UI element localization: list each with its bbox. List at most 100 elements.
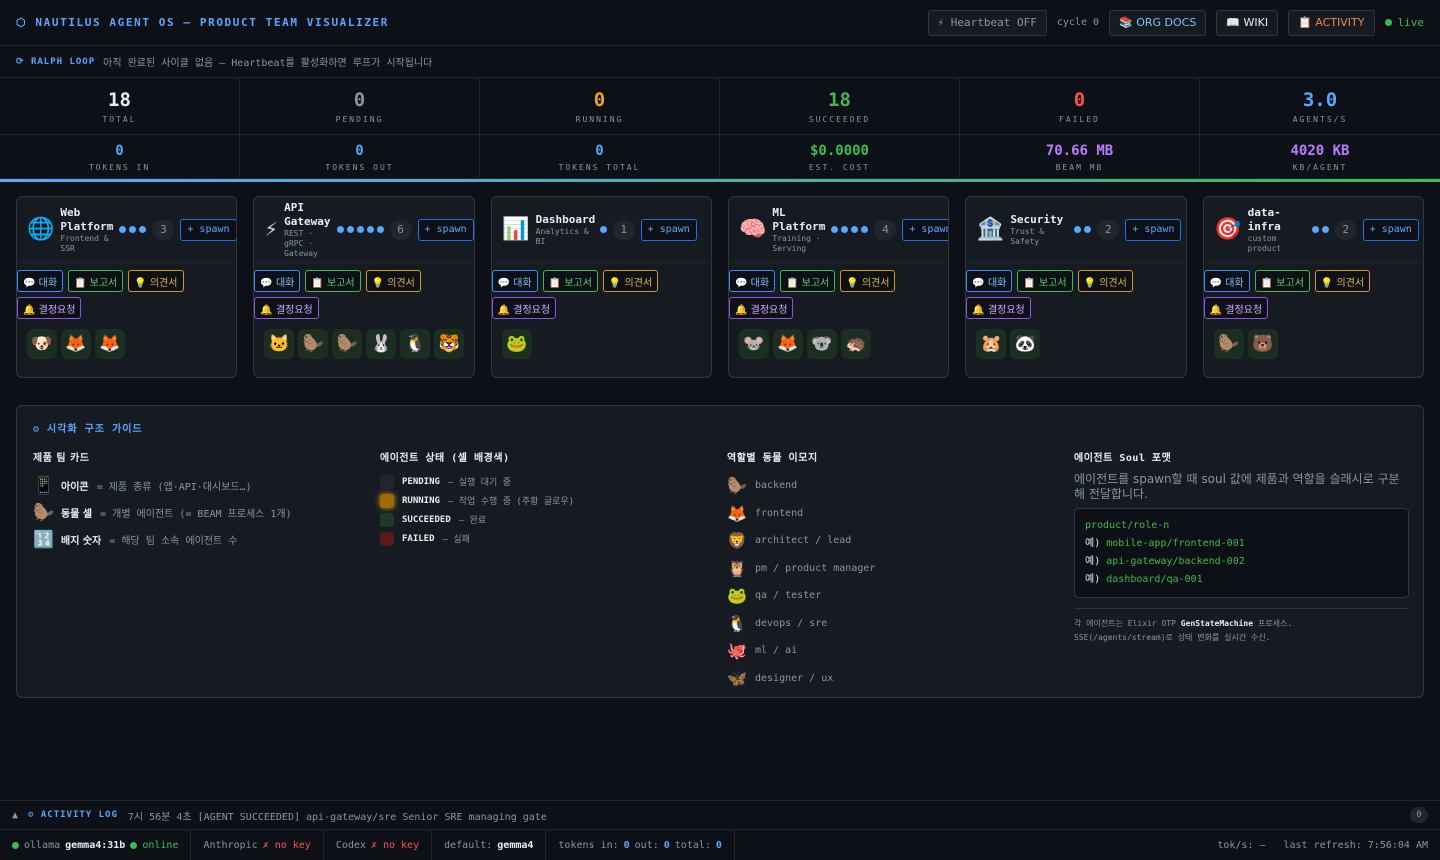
chat-button[interactable]: 💬 대화 bbox=[491, 270, 538, 292]
stat-running: 0 RUNNING bbox=[480, 78, 720, 135]
decision-request-button[interactable]: 🔔 결정요청 bbox=[966, 297, 1031, 319]
role-label: frontend bbox=[755, 507, 804, 519]
opinion-button[interactable]: 💡 의견서 bbox=[128, 270, 184, 292]
agent-dot-icon bbox=[139, 226, 147, 233]
provider-label: ollama bbox=[24, 839, 61, 851]
report-button[interactable]: 📋 보고서 bbox=[1254, 270, 1310, 292]
report-button[interactable]: 📋 보고서 bbox=[305, 270, 361, 292]
report-button[interactable]: 📋 보고서 bbox=[542, 270, 598, 292]
spawn-button[interactable]: + spawn bbox=[902, 218, 949, 241]
agent-cell[interactable]: 🦔 bbox=[840, 329, 871, 359]
chat-button[interactable]: 💬 대화 bbox=[966, 270, 1013, 292]
report-button[interactable]: 📋 보고서 bbox=[780, 270, 836, 292]
agent-cell[interactable]: 🦊 bbox=[61, 329, 91, 359]
example-value: dashboard/qa-001 bbox=[1106, 574, 1203, 585]
spawn-button[interactable]: + spawn bbox=[417, 218, 474, 241]
agent-cell[interactable]: 🐹 bbox=[976, 329, 1007, 359]
agent-cell[interactable]: 🦫 bbox=[332, 329, 363, 359]
tokens-total-value: 0 bbox=[715, 839, 722, 851]
guide-desc: = 개별 에이전트 (= BEAM 프로세스 1개) bbox=[100, 509, 292, 520]
spawn-button[interactable]: + spawn bbox=[180, 218, 237, 241]
decision-request-button[interactable]: 🔔 결정요청 bbox=[1203, 297, 1269, 319]
agent-cell[interactable]: 🦊 bbox=[95, 329, 125, 359]
lion-icon: 🦁 bbox=[727, 531, 747, 551]
chat-button[interactable]: 💬 대화 bbox=[1203, 270, 1250, 292]
team-header: ⚡ API Gateway REST · gRPC · Gateway 6 + … bbox=[254, 197, 474, 263]
agent-dot-icon bbox=[1321, 226, 1329, 233]
agent-dot-icon bbox=[129, 226, 137, 233]
agent-cell[interactable]: 🦫 bbox=[1213, 329, 1244, 359]
agent-dot-icon bbox=[366, 226, 374, 233]
agent-cell[interactable]: 🐼 bbox=[1010, 329, 1041, 359]
agent-cell[interactable]: 🐶 bbox=[27, 329, 57, 359]
agent-cell[interactable]: 🐧 bbox=[400, 329, 431, 359]
activity-log-bar[interactable]: ▲ ⚙ ACTIVITY LOG 7시 56분 4초 [AGENT SUCCEE… bbox=[0, 800, 1440, 829]
agent-cell[interactable]: 🐻 bbox=[1247, 329, 1278, 359]
stat-value: 0 bbox=[353, 89, 366, 111]
stat-label: AGENTS/S bbox=[1292, 115, 1348, 124]
status-bar: ollama gemma4:31b online Anthropic ✗ no … bbox=[0, 829, 1440, 860]
agent-cell[interactable]: 🦊 bbox=[772, 329, 803, 359]
decision-request-button[interactable]: 🔔 결정요청 bbox=[728, 297, 794, 319]
chat-button[interactable]: 💬 대화 bbox=[17, 270, 64, 292]
decision-request-button[interactable]: 🔔 결정요청 bbox=[17, 297, 82, 319]
chat-button[interactable]: 💬 대화 bbox=[728, 270, 776, 292]
activity-log-count: 0 bbox=[1410, 807, 1428, 823]
agent-dots bbox=[1074, 226, 1092, 233]
spawn-button[interactable]: + spawn bbox=[1125, 218, 1182, 241]
note-text: 프로세스. bbox=[1257, 619, 1293, 628]
team-icon: 🏦 bbox=[976, 217, 1005, 242]
role-label: pm / product manager bbox=[755, 562, 876, 574]
guide-term: 배지 숫자 bbox=[61, 536, 102, 547]
agent-cell[interactable]: 🐸 bbox=[501, 329, 532, 359]
decision-request-button[interactable]: 🔔 결정요청 bbox=[254, 297, 319, 319]
running-swatch bbox=[380, 493, 394, 508]
opinion-button[interactable]: 💡 의견서 bbox=[840, 270, 896, 292]
decision-request-button[interactable]: 🔔 결정요청 bbox=[491, 297, 557, 319]
spawn-button[interactable]: + spawn bbox=[1362, 218, 1419, 241]
report-button[interactable]: 📋 보고서 bbox=[68, 270, 124, 292]
wiki-button[interactable]: 📖 WIKI bbox=[1216, 9, 1279, 36]
stat-pending: 0 PENDING bbox=[240, 78, 480, 135]
provider-label: Anthropic bbox=[203, 839, 258, 851]
spawn-button[interactable]: + spawn bbox=[640, 218, 697, 241]
heartbeat-toggle-button[interactable]: ⚡ Heartbeat OFF bbox=[927, 9, 1047, 36]
activity-button[interactable]: 📋 ACTIVITY bbox=[1288, 9, 1375, 36]
agent-cell[interactable]: 🦫 bbox=[298, 329, 329, 359]
report-button[interactable]: 📋 보고서 bbox=[1017, 270, 1073, 292]
agent-dot-icon bbox=[599, 226, 607, 233]
succeeded-swatch bbox=[380, 512, 394, 527]
beaver-icon: 🦫 bbox=[727, 476, 747, 496]
opinion-button[interactable]: 💡 의견서 bbox=[1314, 270, 1371, 292]
guide-col-heading: 에이전트 Soul 포맷 bbox=[1074, 453, 1172, 464]
agent-dot-icon bbox=[1074, 226, 1082, 233]
agent-cell[interactable]: 🐱 bbox=[264, 329, 295, 359]
team-actions: 💬 대화 📋 보고서 💡 의견서 🔔 결정요청 bbox=[17, 263, 236, 319]
role-label: qa / tester bbox=[755, 590, 822, 602]
agent-dot-icon bbox=[336, 226, 344, 233]
expand-arrow-icon[interactable]: ▲ bbox=[12, 810, 18, 821]
agent-cell[interactable]: 🐰 bbox=[366, 329, 397, 359]
chat-button[interactable]: 💬 대화 bbox=[254, 270, 301, 292]
opinion-button[interactable]: 💡 의견서 bbox=[602, 270, 659, 292]
org-docs-button[interactable]: 📚 ORG DOCS bbox=[1109, 9, 1207, 36]
guide-desc: = 제품 종류 (앱·API·대시보드…) bbox=[96, 482, 252, 493]
agent-dot-icon bbox=[861, 226, 869, 233]
status-dot-icon bbox=[12, 841, 19, 849]
ralph-loop-bar: ⟳ RALPH LOOP 아직 완료된 사이클 없음 — Heartbeat를 … bbox=[0, 46, 1440, 78]
team-header: 📊 Dashboard Analytics & BI 1 + spawn bbox=[491, 197, 711, 263]
agent-cell[interactable]: 🐭 bbox=[738, 329, 769, 359]
visualization-guide: ⚙ 시각화 구조 가이드 제품 팀 카드 📱 아이콘 = 제품 종류 (앱·API·… bbox=[16, 405, 1424, 698]
stat-value: 18 bbox=[828, 89, 851, 111]
agent-cell[interactable]: 🐨 bbox=[806, 329, 837, 359]
stat-label: EST. COST bbox=[808, 163, 871, 172]
agent-grid: 🐸 bbox=[492, 319, 711, 359]
opinion-button[interactable]: 💡 의견서 bbox=[365, 270, 421, 292]
agent-dot-icon bbox=[851, 226, 859, 233]
opinion-button[interactable]: 💡 의견서 bbox=[1077, 270, 1133, 292]
agent-cell[interactable]: 🐯 bbox=[434, 329, 465, 359]
penguin-icon: 🐧 bbox=[727, 613, 747, 633]
ralph-loop-label: ⟳ RALPH LOOP bbox=[16, 56, 96, 67]
team-card: 🌐 Web Platform Frontend & SSR 3 + spawn … bbox=[16, 196, 238, 378]
stat-beam-mb: 70.66 MB BEAM MB bbox=[960, 135, 1200, 179]
